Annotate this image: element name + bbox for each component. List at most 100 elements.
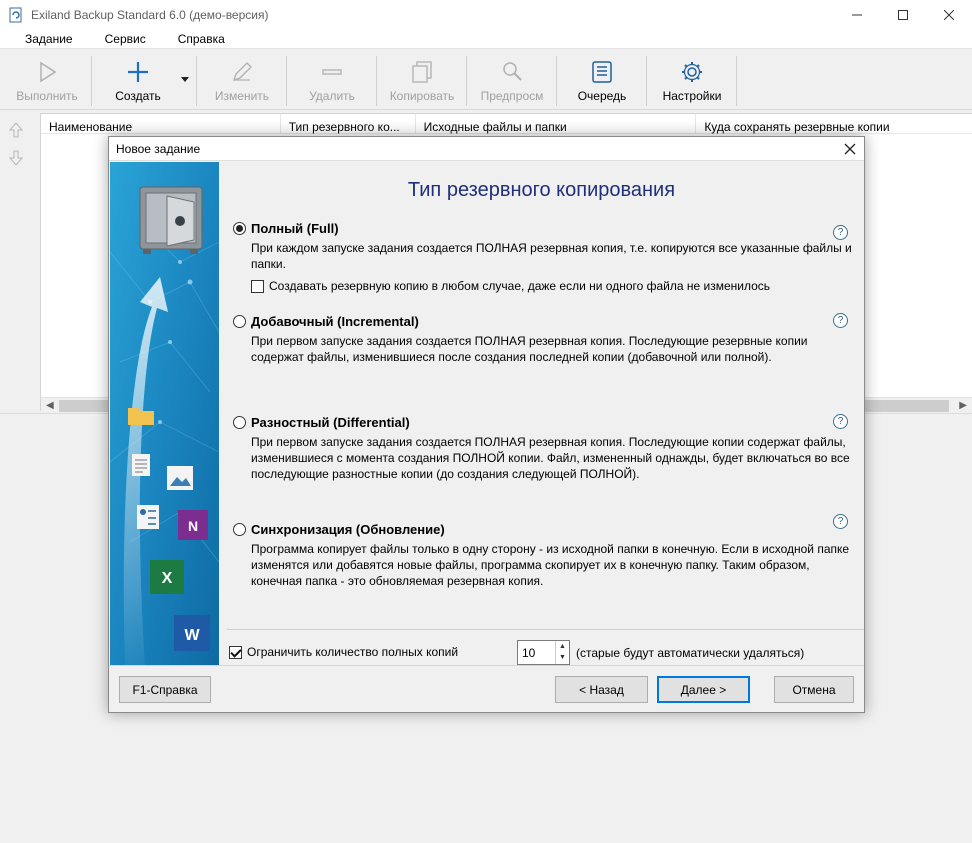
svg-text:N: N bbox=[188, 518, 198, 534]
toolbar: Выполнить Создать Изменить Удалить Копир… bbox=[0, 50, 972, 110]
preview-label: Предпросм bbox=[480, 89, 544, 103]
edit-label: Изменить bbox=[214, 89, 270, 103]
pencil-icon bbox=[232, 62, 252, 82]
maximize-button[interactable] bbox=[880, 0, 926, 29]
limit-copies-row[interactable]: Ограничить количество полных копий bbox=[229, 645, 458, 659]
help-differential-icon[interactable]: ? bbox=[833, 414, 848, 429]
run-button[interactable]: Выполнить bbox=[8, 53, 86, 107]
menu-help[interactable]: Справка bbox=[162, 32, 241, 46]
plus-icon bbox=[128, 62, 148, 82]
radio-differential[interactable] bbox=[233, 415, 246, 429]
radio-incremental[interactable] bbox=[233, 314, 246, 328]
title-bar: Exiland Backup Standard 6.0 (демо-версия… bbox=[0, 0, 972, 29]
option-sync-radio[interactable]: Синхронизация (Обновление) bbox=[233, 520, 863, 538]
radio-sync[interactable] bbox=[233, 522, 246, 536]
magnifier-icon bbox=[503, 62, 522, 81]
toolbar-separator bbox=[286, 56, 287, 106]
radio-full[interactable] bbox=[233, 221, 246, 235]
menu-bar: Задание Сервис Справка bbox=[0, 29, 972, 49]
option-differential: Разностный (Differential) При первом зап… bbox=[233, 413, 863, 482]
limit-copies-note: (старые будут автоматически удаляться) bbox=[576, 646, 805, 660]
play-icon bbox=[40, 61, 57, 83]
scroll-right-icon[interactable]: ▶ bbox=[959, 400, 967, 411]
close-icon bbox=[944, 9, 954, 20]
copy-button[interactable]: Копировать bbox=[382, 53, 462, 107]
option-incremental: Добавочный (Incremental) При первом запу… bbox=[233, 312, 863, 365]
option-incremental-description: При первом запуске задания создается ПОЛ… bbox=[251, 334, 808, 364]
option-differential-radio[interactable]: Разностный (Differential) bbox=[233, 413, 863, 431]
stepper-down-icon[interactable]: ▼ bbox=[556, 652, 569, 663]
minimize-button[interactable] bbox=[834, 0, 880, 29]
stepper-up-icon[interactable]: ▲ bbox=[556, 641, 569, 652]
option-sync: Синхронизация (Обновление) Программа коп… bbox=[233, 520, 863, 589]
copy-icon bbox=[412, 61, 432, 83]
limit-copies-label: Ограничить количество полных копий bbox=[247, 645, 459, 659]
run-label: Выполнить bbox=[16, 89, 78, 103]
option-full: Полный (Full) При каждом запуске задания… bbox=[233, 219, 863, 293]
settings-button[interactable]: Настройки bbox=[652, 53, 732, 107]
toolbar-separator bbox=[736, 56, 737, 106]
help-sync-icon[interactable]: ? bbox=[833, 514, 848, 529]
toolbar-separator bbox=[196, 56, 197, 106]
option-differential-description: При первом запуске задания создается ПОЛ… bbox=[251, 435, 850, 481]
always-backup-row[interactable]: Создавать резервную копию в любом случае… bbox=[251, 279, 863, 293]
delete-label: Удалить bbox=[309, 89, 355, 103]
preview-button[interactable]: Предпросм bbox=[472, 53, 552, 107]
minus-icon bbox=[322, 69, 342, 75]
minimize-icon bbox=[852, 14, 862, 15]
dialog-close-icon[interactable] bbox=[842, 141, 858, 157]
copy-label: Копировать bbox=[389, 89, 455, 103]
help-full-icon[interactable]: ? bbox=[833, 225, 848, 240]
arrow-down-icon[interactable] bbox=[8, 150, 24, 166]
gear-icon bbox=[682, 62, 702, 82]
svg-text:W: W bbox=[184, 627, 200, 644]
toolbar-separator bbox=[556, 56, 557, 106]
delete-button[interactable]: Удалить bbox=[292, 53, 372, 107]
back-button[interactable]: < Назад bbox=[555, 676, 648, 703]
menu-service[interactable]: Сервис bbox=[89, 32, 162, 46]
column-destination[interactable]: Куда сохранять резервные копии bbox=[696, 114, 972, 134]
option-incremental-radio[interactable]: Добавочный (Incremental) bbox=[233, 312, 863, 330]
maximize-icon bbox=[898, 9, 908, 20]
reorder-arrows bbox=[8, 122, 30, 178]
toolbar-separator bbox=[376, 56, 377, 106]
help-button[interactable]: F1-Справка bbox=[119, 676, 211, 703]
limit-copies-stepper[interactable]: 10 ▲ ▼ bbox=[517, 640, 570, 665]
close-window-button[interactable] bbox=[926, 0, 972, 29]
help-incremental-icon[interactable]: ? bbox=[833, 313, 848, 328]
column-name[interactable]: Наименование bbox=[41, 114, 281, 134]
scroll-left-icon[interactable]: ◀ bbox=[46, 400, 54, 411]
cancel-button[interactable]: Отмена bbox=[774, 676, 854, 703]
option-differential-label: Разностный (Differential) bbox=[251, 414, 410, 430]
column-sources[interactable]: Исходные файлы и папки bbox=[416, 114, 697, 134]
settings-label: Настройки bbox=[662, 89, 722, 103]
queue-button[interactable]: Очередь bbox=[562, 53, 642, 107]
create-label: Создать bbox=[115, 89, 161, 103]
options-divider bbox=[227, 629, 864, 630]
option-full-description: При каждом запуске задания создается ПОЛ… bbox=[251, 241, 852, 271]
always-backup-label: Создавать резервную копию в любом случае… bbox=[269, 279, 771, 293]
menu-task[interactable]: Задание bbox=[9, 32, 89, 46]
always-backup-checkbox[interactable] bbox=[251, 279, 264, 293]
create-button[interactable]: Создать bbox=[100, 53, 176, 107]
wizard-side-illustration: N X W bbox=[110, 162, 219, 665]
create-dropdown-arrow-icon[interactable] bbox=[180, 74, 190, 84]
column-type[interactable]: Тип резервного ко... bbox=[281, 114, 416, 134]
limit-copies-value[interactable]: 10 bbox=[522, 646, 535, 660]
dialog-footer: F1-Справка < Назад Далее > Отмена bbox=[109, 665, 864, 713]
option-incremental-label: Добавочный (Incremental) bbox=[251, 313, 419, 329]
option-full-radio[interactable]: Полный (Full) bbox=[233, 219, 863, 237]
option-sync-description: Программа копирует файлы только в одну с… bbox=[251, 542, 850, 588]
new-task-dialog: Новое задание N X W Тип резервного копир… bbox=[108, 136, 865, 713]
svg-text:X: X bbox=[162, 570, 173, 587]
dialog-title-bar: Новое задание bbox=[109, 137, 864, 161]
edit-button[interactable]: Изменить bbox=[202, 53, 282, 107]
option-sync-label: Синхронизация (Обновление) bbox=[251, 521, 445, 537]
toolbar-separator bbox=[91, 56, 92, 106]
dialog-heading: Тип резервного копирования bbox=[407, 179, 676, 201]
arrow-up-icon[interactable] bbox=[8, 122, 24, 138]
dialog-title: Новое задание bbox=[116, 141, 201, 156]
limit-copies-checkbox[interactable] bbox=[229, 645, 242, 659]
next-button[interactable]: Далее > bbox=[657, 676, 750, 703]
toolbar-separator bbox=[466, 56, 467, 106]
